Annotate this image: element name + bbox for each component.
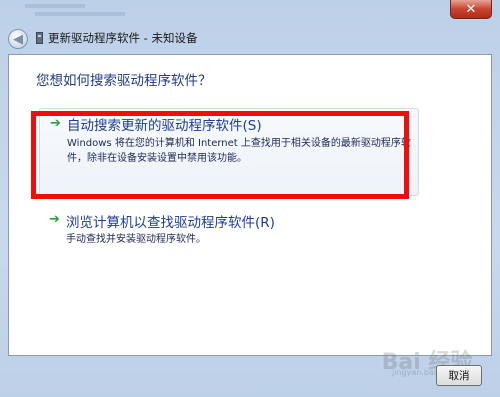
auto-search-option[interactable]: ➔ 自动搜索更新的驱动程序软件(S) Windows 将在您的计算机和 Inte… xyxy=(39,108,419,196)
window-title: 更新驱动程序软件 - 未知设备 xyxy=(48,31,198,45)
auto-search-description: Windows 将在您的计算机和 Internet 上查找用于相关设备的最新驱动… xyxy=(67,138,411,164)
device-icon xyxy=(36,32,43,44)
back-arrow-icon: ◀ xyxy=(13,31,23,47)
close-icon: ✕ xyxy=(465,1,477,17)
back-button[interactable]: ◀ xyxy=(8,29,28,49)
auto-search-title: 自动搜索更新的驱动程序软件(S) xyxy=(67,118,262,134)
dialog-window: ✕ ◀ 更新驱动程序软件 - 未知设备 您想如何搜索驱动程序软件？ ➔ 自动搜索… xyxy=(0,0,500,397)
close-button[interactable]: ✕ xyxy=(450,0,492,19)
cancel-button[interactable]: 取消 xyxy=(436,365,482,386)
background-window-text xyxy=(25,0,325,22)
browse-computer-title: 浏览计算机以查找驱动程序软件(R) xyxy=(66,215,275,231)
page-question: 您想如何搜索驱动程序软件？ xyxy=(36,73,212,89)
browse-computer-description: 手动查找并安装驱动程序软件。 xyxy=(66,234,206,245)
nav-bar: ◀ 更新驱动程序软件 - 未知设备 xyxy=(0,22,500,52)
green-arrow-icon: ➔ xyxy=(49,212,60,227)
green-arrow-icon: ➔ xyxy=(50,116,61,131)
browse-computer-option[interactable]: ➔ 浏览计算机以查找驱动程序软件(R) 手动查找并安装驱动程序软件。 xyxy=(39,209,419,249)
wizard-content: 您想如何搜索驱动程序软件？ ➔ 自动搜索更新的驱动程序软件(S) Windows… xyxy=(8,54,492,356)
